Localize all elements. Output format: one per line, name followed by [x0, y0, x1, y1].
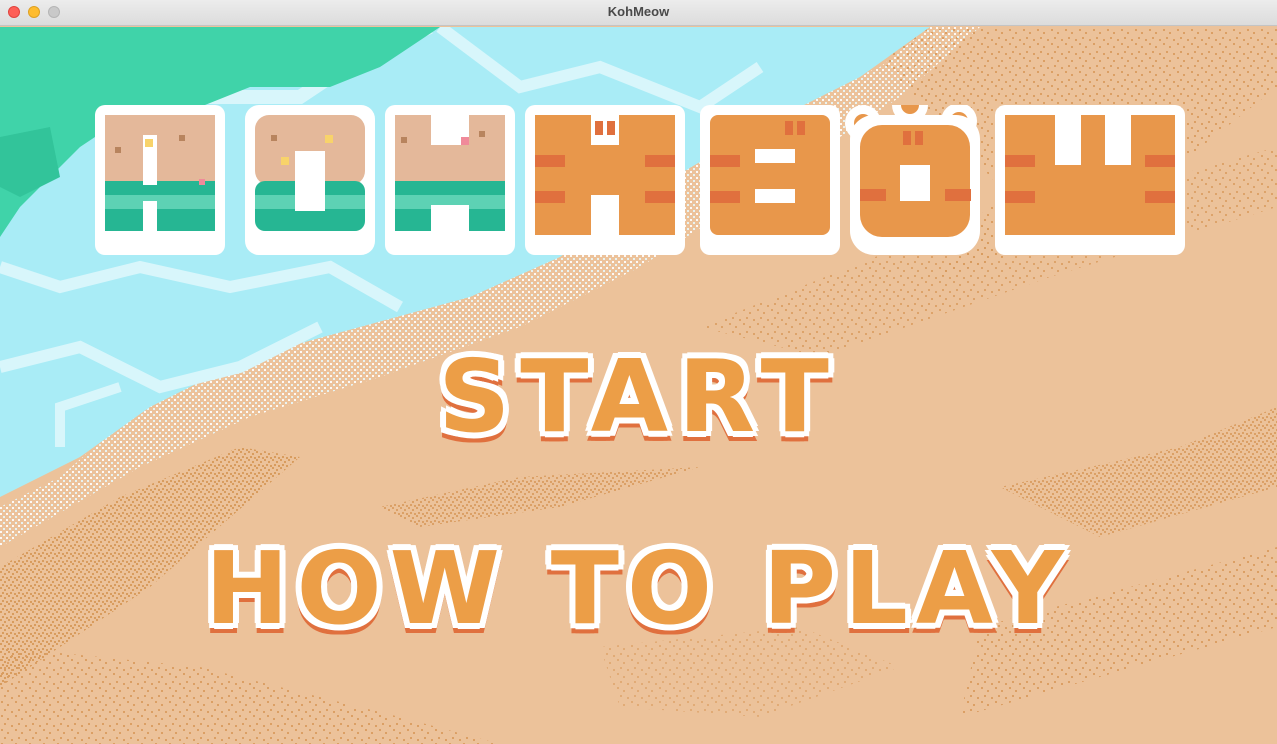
game-logo [95, 105, 1190, 265]
app-window: KohMeow START HOW TO PLAY [0, 0, 1277, 744]
logo-letter-h [385, 105, 515, 255]
window-title: KohMeow [607, 4, 670, 19]
kohmeow-logo-art [95, 105, 1185, 255]
logo-letter-w [995, 105, 1185, 255]
logo-letter-m [525, 105, 685, 255]
logo-letter-k [95, 105, 225, 255]
title-bar: KohMeow [0, 0, 1277, 26]
logo-letter-o-cat [845, 105, 980, 255]
logo-letter-o-island [245, 105, 375, 255]
logo-letter-e [700, 105, 840, 255]
how-to-play-button[interactable]: HOW TO PLAY [0, 519, 1277, 659]
start-button[interactable]: START [0, 327, 1277, 467]
game-title-screen: START HOW TO PLAY [0, 27, 1277, 744]
